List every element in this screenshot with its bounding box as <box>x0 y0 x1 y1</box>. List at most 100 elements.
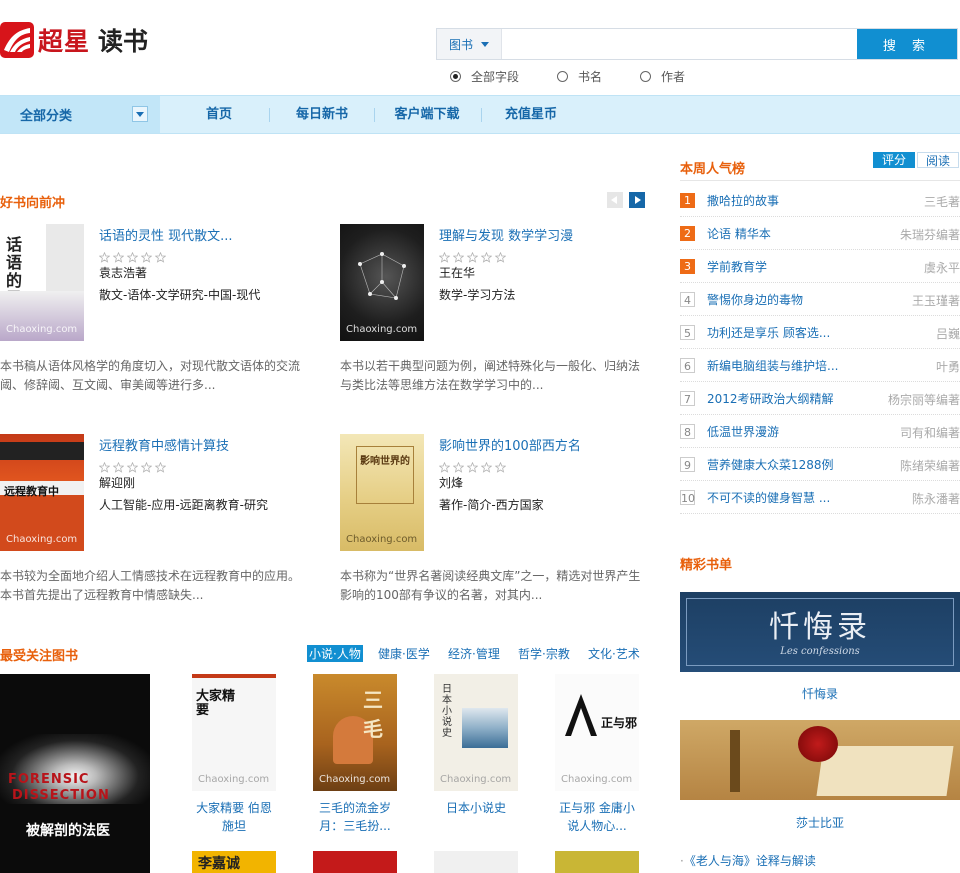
booklist-banner-shakespeare[interactable] <box>680 720 960 800</box>
cover-title-text: 李嘉诚 <box>198 856 240 872</box>
ranking-row[interactable]: 4 警惕你身边的毒物 王玉瑾著 <box>680 283 960 316</box>
ranking-row[interactable]: 8 低温世界漫游 司有和编著 <box>680 415 960 448</box>
ranking-row[interactable]: 5 功利还是享乐 顾客选... 吕巍 <box>680 316 960 349</box>
radio-all-fields[interactable]: 全部字段 <box>450 68 519 85</box>
cover-band <box>0 442 84 460</box>
radio-author[interactable]: 作者 <box>640 68 685 85</box>
tab-culture-art[interactable]: 文化·艺术 <box>588 645 640 662</box>
book-title-link[interactable]: 远程教育中感情计算技 <box>99 435 229 454</box>
rank-book-author: 王玉瑾著 <box>911 294 960 308</box>
rank-book-title[interactable]: 2012考研政治大纲精解 <box>707 390 834 407</box>
nav-all-label: 全部分类 <box>20 109 73 124</box>
book-title-link[interactable]: 三毛的流金岁 月：三毛扮... <box>309 799 401 835</box>
book-cover[interactable] <box>313 851 397 873</box>
book-title-link[interactable]: 日本小说史 <box>430 799 522 817</box>
rank-book-title[interactable]: 学前教育学 <box>707 258 767 275</box>
rank-book-title[interactable]: 低温世界漫游 <box>707 423 779 440</box>
rank-number-badge: 3 <box>680 259 695 274</box>
booklist-caption[interactable]: 忏悔录 <box>680 685 960 702</box>
search-type-select[interactable]: 图书 <box>437 29 502 59</box>
book-title-link[interactable]: 大家精要 伯恩 施坦 <box>188 799 280 835</box>
radio-title[interactable]: 书名 <box>557 68 602 85</box>
featured-big-cover[interactable]: FORENSIC DISSECTION 被解剖的法医 <box>0 674 150 873</box>
book-description: 本书称为“世界名著阅读经典文库”之一，精选对世界产生影响的100部有争议的名著，… <box>340 569 641 602</box>
rank-book-title[interactable]: 论语 精华本 <box>707 225 771 242</box>
book-category: 人工智能-应用-远距离教育-研究 <box>99 498 268 512</box>
tab-economy-management[interactable]: 经济·管理 <box>448 645 500 662</box>
logo-sub-text: 读书 <box>98 27 149 56</box>
book-description: 本书以若干典型问题为例，阐述特殊化与一般化、归纳法与类比法等思维方法在数学学习中… <box>340 359 641 392</box>
tab-health-medicine[interactable]: 健康·医学 <box>378 645 430 662</box>
rank-book-author: 朱瑞芬编著 <box>899 228 960 242</box>
book-cover[interactable]: 远程教育中 Chaoxing.com <box>0 434 84 551</box>
star-empty-icon <box>453 462 464 473</box>
banner-rose-art <box>798 726 838 762</box>
nav-all-categories[interactable]: 全部分类 <box>0 96 160 133</box>
ranking-row[interactable]: 9 营养健康大众菜1288例 陈绪荣编著 <box>680 448 960 481</box>
dropdown-arrow-icon[interactable] <box>132 106 148 122</box>
search-button[interactable]: 搜 索 <box>857 29 957 59</box>
next-arrow-icon[interactable] <box>629 192 645 208</box>
nav-item-daily-new[interactable]: 每日新书 <box>282 96 362 133</box>
book-cover[interactable] <box>434 851 518 873</box>
ranking-row[interactable]: 2 论语 精华本 朱瑞芬编著 <box>680 217 960 250</box>
rank-book-title[interactable]: 不可不读的健身智慧 ... <box>707 489 830 506</box>
ranking-row[interactable]: 10 不可不读的健身智慧 ... 陈永潘著 <box>680 481 960 514</box>
booklist-link-text: 《老人与海》诠释与解读 <box>689 854 816 868</box>
site-logo[interactable]: 超星 读书 <box>0 18 160 62</box>
banner-subtitle-text: Les confessions <box>780 646 860 657</box>
book-title-link[interactable]: 影响世界的100部西方名 <box>439 435 581 454</box>
tab-by-reads[interactable]: 阅读 <box>917 152 959 168</box>
tab-fiction-people[interactable]: 小说·人物 <box>307 645 363 662</box>
book-cover[interactable]: 三毛 Chaoxing.com <box>313 674 397 791</box>
ranking-row[interactable]: 1 撒哈拉的故事 三毛著 <box>680 184 960 217</box>
booklist-caption[interactable]: 莎士比亚 <box>680 814 960 831</box>
star-empty-icon <box>127 462 138 473</box>
nav-item-recharge[interactable]: 充值星币 <box>492 96 570 133</box>
book-title-line: 三毛的流金岁 <box>318 801 391 815</box>
ranking-divider <box>680 180 960 181</box>
ranking-row[interactable]: 6 新编电脑组装与维护培... 叶勇 <box>680 349 960 382</box>
rank-number-badge: 10 <box>680 490 695 505</box>
star-empty-icon <box>155 252 166 263</box>
book-cover[interactable]: 日本小说史 Chaoxing.com <box>434 674 518 791</box>
book-cover[interactable]: 影响世界的 Chaoxing.com <box>340 434 424 551</box>
star-empty-icon <box>439 462 450 473</box>
book-cover[interactable]: 李嘉诚 <box>192 851 276 873</box>
tab-philosophy-religion[interactable]: 哲学·宗教 <box>518 645 570 662</box>
rank-book-title[interactable]: 营养健康大众菜1288例 <box>707 456 834 473</box>
book-category: 著作-简介-西方国家 <box>439 498 544 512</box>
book-cover[interactable] <box>555 851 639 873</box>
book-cover[interactable]: 正与邪 Chaoxing.com <box>555 674 639 791</box>
book-title-line: 正与邪 金庸小 <box>559 801 635 815</box>
book-cover[interactable]: 话语的灵性 Chaoxing.com <box>0 224 84 341</box>
ranking-row[interactable]: 3 学前教育学 虞永平 <box>680 250 960 283</box>
book-title-link[interactable]: 正与邪 金庸小 说人物心... <box>551 799 643 835</box>
cover-watermark: Chaoxing.com <box>198 774 270 785</box>
ranking-row[interactable]: 7 2012考研政治大纲精解 杨宗丽等编著 <box>680 382 960 415</box>
book-title-link[interactable]: 话语的灵性 现代散文... <box>99 225 233 244</box>
cover-title-text: FORENSIC <box>8 772 90 787</box>
book-cover[interactable]: 大家精要 Chaoxing.com <box>192 674 276 791</box>
star-rating <box>439 252 509 263</box>
search-type-label: 图书 <box>448 37 473 52</box>
cover-title-text: 远程教育中 <box>4 485 59 498</box>
rank-book-title[interactable]: 警惕你身边的毒物 <box>707 291 803 308</box>
banner-title-text: 忏悔录 <box>769 610 871 645</box>
booklist-link[interactable]: · 《老人与海》诠释与解读 <box>680 852 816 869</box>
search-input[interactable] <box>502 29 857 59</box>
book-cover[interactable]: Chaoxing.com <box>340 224 424 341</box>
book-author: 刘烽 <box>439 476 464 490</box>
logo-brand-text: 超星 <box>38 27 91 56</box>
tab-by-rating[interactable]: 评分 <box>873 152 915 168</box>
rank-book-title[interactable]: 撒哈拉的故事 <box>707 192 779 209</box>
prev-arrow-icon[interactable] <box>607 192 623 208</box>
nav-item-home[interactable]: 首页 <box>180 96 258 133</box>
rank-number-badge: 5 <box>680 325 695 340</box>
rank-book-title[interactable]: 新编电脑组装与维护培... <box>707 357 838 374</box>
rank-book-title[interactable]: 功利还是享乐 顾客选... <box>707 324 830 341</box>
cover-art <box>462 708 508 748</box>
booklist-banner-confessions[interactable]: 忏悔录 Les confessions <box>680 592 960 672</box>
nav-item-client-download[interactable]: 客户端下载 <box>385 96 469 133</box>
book-title-link[interactable]: 理解与发现 数学学习漫 <box>439 225 573 244</box>
